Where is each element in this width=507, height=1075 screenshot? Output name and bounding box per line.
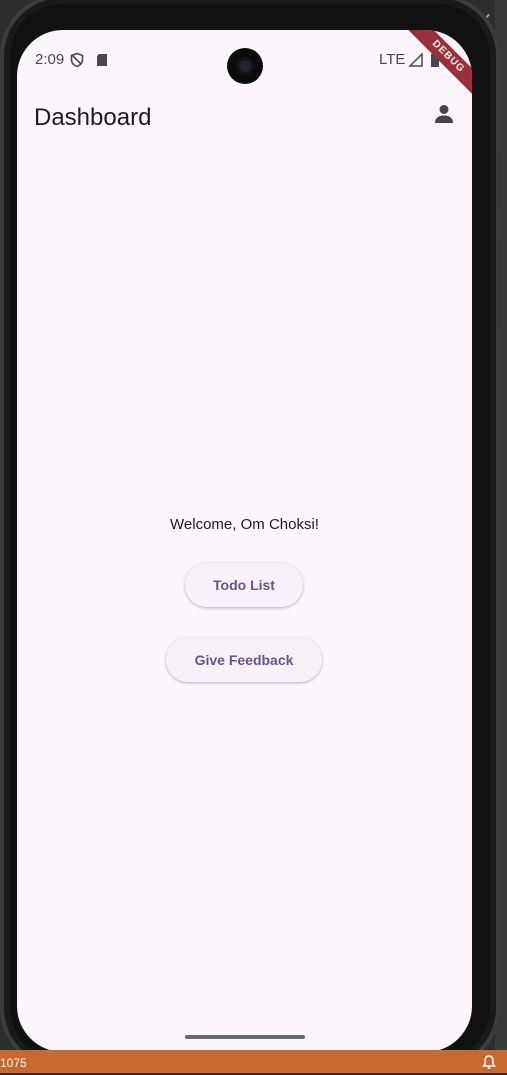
home-indicator[interactable] (185, 1035, 305, 1039)
welcome-text: Welcome, Om Choksi! (17, 516, 472, 533)
notification-bell-icon[interactable] (481, 1054, 497, 1070)
status-number: 1075 (0, 1056, 27, 1070)
person-icon (433, 103, 455, 130)
signal-icon (408, 52, 424, 73)
todo-list-button[interactable]: Todo List (185, 563, 303, 607)
volume-button (498, 148, 506, 208)
give-feedback-button[interactable]: Give Feedback (166, 638, 322, 682)
power-button (498, 238, 506, 328)
status-bar: 2:09 LTE DEBUG (17, 30, 472, 88)
network-label: LTE (379, 51, 405, 68)
page-title: Dashboard (34, 104, 151, 132)
ide-status-bar: 1075 (0, 1050, 507, 1073)
app-bar: Dashboard (17, 92, 472, 148)
device-screen: 2:09 LTE DEBUG Dashboard (17, 30, 472, 1052)
profile-button[interactable] (428, 100, 460, 132)
status-time: 2:09 (35, 51, 64, 68)
sd-card-icon (95, 52, 109, 73)
front-camera (227, 48, 263, 84)
shield-icon (69, 52, 85, 73)
